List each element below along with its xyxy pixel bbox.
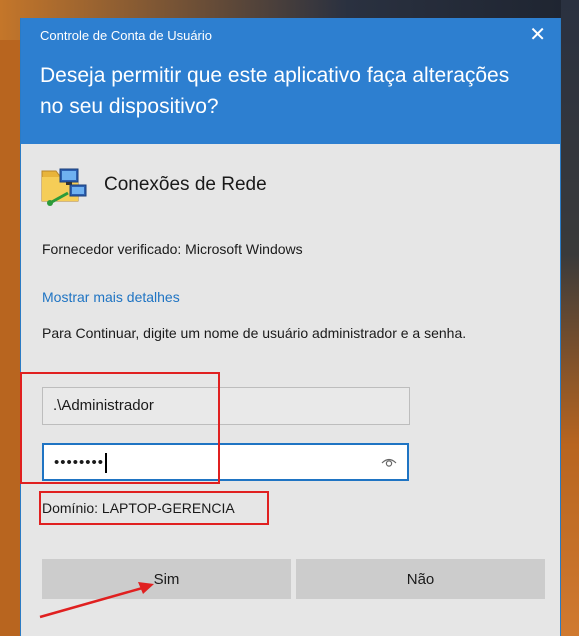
uac-dialog: Controle de Conta de Usuário ✕ Deseja pe… — [20, 18, 561, 636]
app-name: Conexões de Rede — [104, 174, 267, 195]
no-button[interactable]: Não — [296, 559, 545, 599]
dialog-header: Controle de Conta de Usuário ✕ Deseja pe… — [21, 18, 560, 144]
close-icon[interactable]: ✕ — [529, 24, 546, 46]
username-field[interactable]: .\Administrador — [42, 387, 410, 425]
desktop-background-edge — [561, 0, 579, 636]
domain-text: Domínio: LAPTOP-GERENCIA — [42, 500, 235, 516]
dialog-title: Controle de Conta de Usuário — [40, 28, 212, 43]
app-info: Conexões de Rede — [40, 163, 267, 207]
text-caret — [105, 453, 108, 473]
instructions-text: Para Continuar, digite um nome de usuári… — [42, 325, 467, 341]
dialog-question: Deseja permitir que este aplicativo faça… — [40, 64, 510, 118]
publisher-text: Fornecedor verificado: Microsoft Windows — [42, 241, 303, 257]
show-details-link[interactable]: Mostrar mais detalhes — [42, 289, 180, 305]
eye-icon[interactable] — [381, 455, 397, 469]
password-value: •••••••• — [54, 453, 105, 471]
yes-button[interactable]: Sim — [42, 559, 291, 599]
password-field[interactable]: •••••••• — [42, 443, 409, 481]
network-connections-icon — [41, 168, 87, 206]
username-value: .\Administrador — [53, 397, 154, 414]
